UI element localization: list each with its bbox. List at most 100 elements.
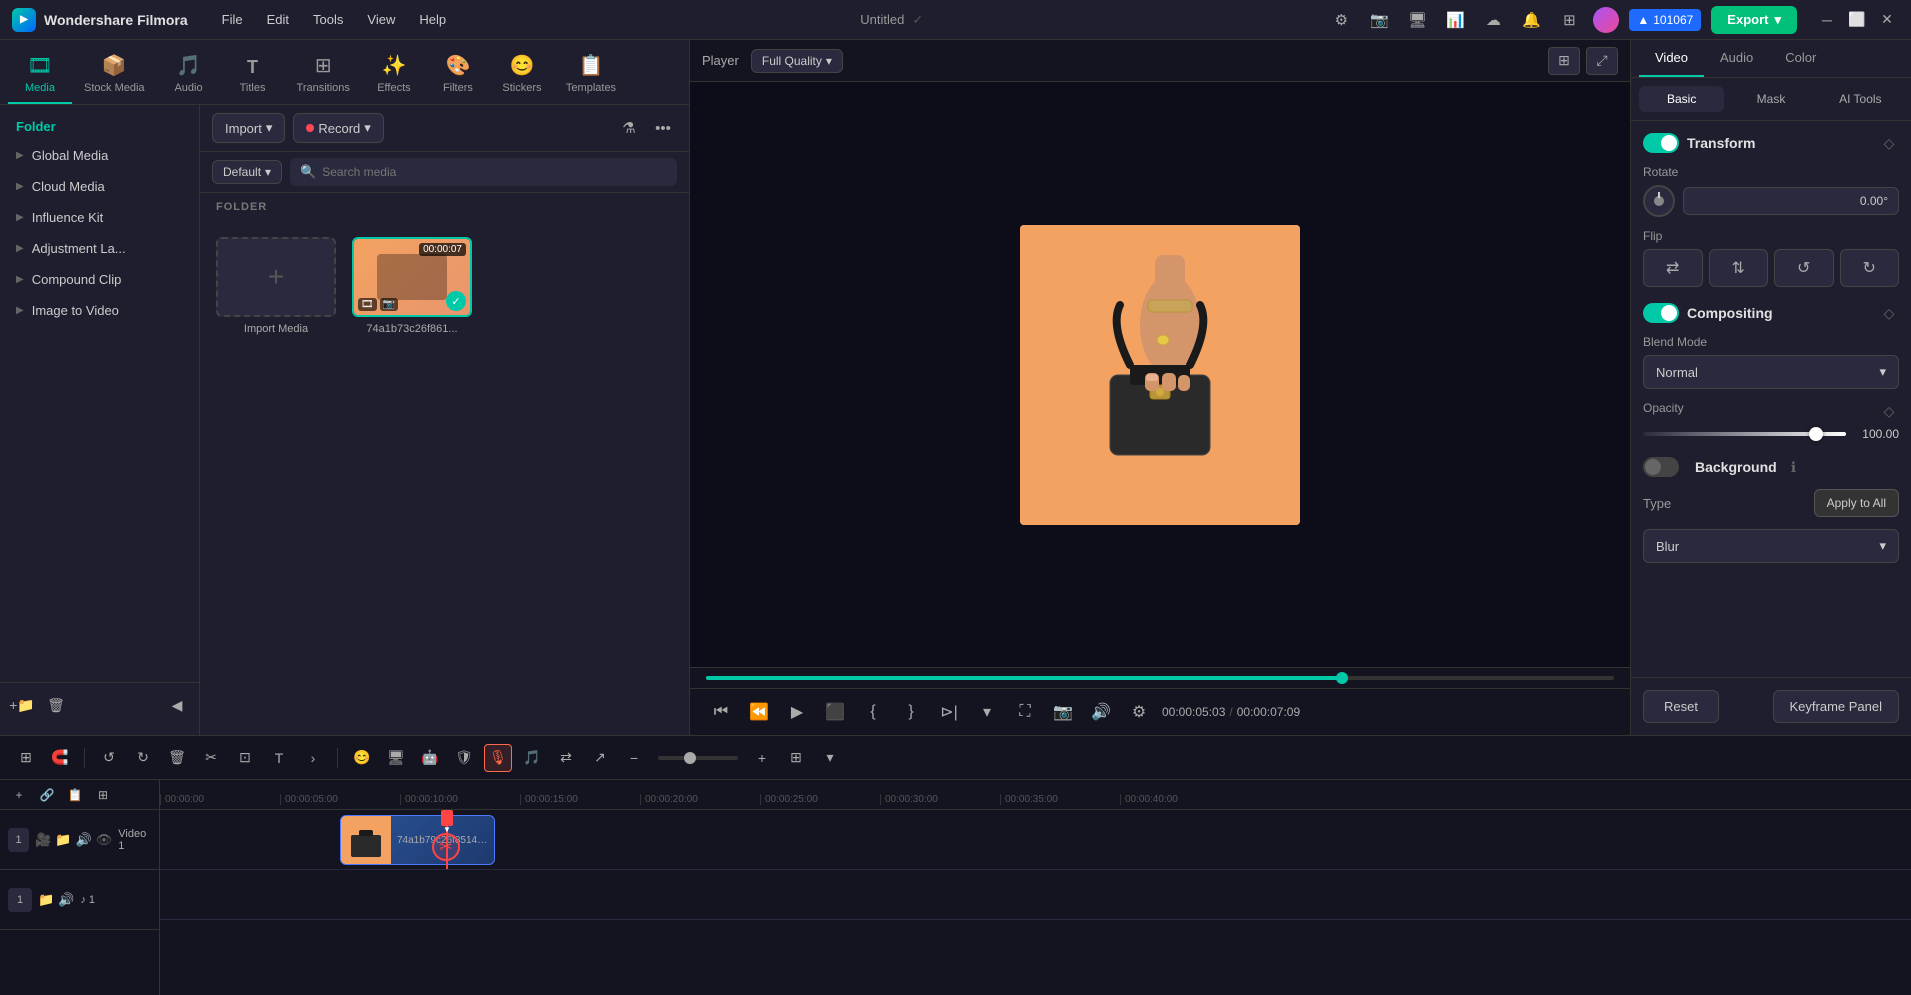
tab-transitions[interactable]: ⊞ Transitions — [285, 45, 362, 104]
sidebar-item-compound-clip[interactable]: ▶ Compound Clip — [0, 264, 199, 295]
progress-track[interactable] — [706, 676, 1614, 680]
layout-button[interactable]: ⊞ — [782, 744, 810, 772]
tab-stickers[interactable]: 😊 Stickers — [490, 45, 554, 104]
tab-color[interactable]: Color — [1769, 40, 1832, 77]
tab-templates[interactable]: 📋 Templates — [554, 45, 628, 104]
toolbar-icon-1[interactable]: ⚙ — [1327, 6, 1355, 34]
sidebar-item-cloud-media[interactable]: ▶ Cloud Media — [0, 171, 199, 202]
emoji-button[interactable]: 😊 — [348, 744, 376, 772]
minus-zoom-button[interactable]: − — [620, 744, 648, 772]
swap-button[interactable]: ⇄ — [552, 744, 580, 772]
volume-button[interactable]: 🔊 — [1086, 697, 1116, 727]
flip-horizontal-button[interactable]: ⇄ — [1643, 249, 1703, 287]
background-toggle[interactable] — [1643, 457, 1679, 477]
import-button[interactable]: Import ▾ — [212, 113, 285, 143]
nav-dropdown-button[interactable]: ▾ — [972, 697, 1002, 727]
tab-effects[interactable]: ✨ Effects — [362, 45, 426, 104]
delete-button[interactable]: 🗑 — [163, 744, 191, 772]
subtab-mask[interactable]: Mask — [1728, 86, 1813, 112]
transform-keyframe-icon[interactable]: ◇ — [1879, 133, 1899, 153]
record-button[interactable]: Record ▾ — [293, 113, 383, 143]
tab-video[interactable]: Video — [1639, 40, 1704, 77]
add-track-button[interactable]: ⊞ — [12, 744, 40, 772]
keyframe-panel-button[interactable]: Keyframe Panel — [1773, 690, 1900, 723]
redo-button[interactable]: ↻ — [129, 744, 157, 772]
step-back-button[interactable]: ⏮ — [706, 697, 736, 727]
import-placeholder[interactable]: + — [216, 237, 336, 317]
user-avatar[interactable] — [1593, 7, 1619, 33]
opacity-slider[interactable] — [1643, 432, 1846, 436]
blur-select[interactable]: Blur ▾ — [1643, 529, 1899, 563]
camera-icon[interactable]: 🎥 — [35, 832, 51, 848]
playhead-handle[interactable] — [441, 810, 453, 826]
tab-media[interactable]: 🎞 Media — [8, 45, 72, 104]
screen-record-button[interactable]: 🖥 — [382, 744, 410, 772]
zoom-thumb[interactable] — [684, 752, 696, 764]
compositing-keyframe-icon[interactable]: ◇ — [1879, 303, 1899, 323]
menu-view[interactable]: View — [357, 8, 405, 31]
more-options-icon[interactable]: ••• — [649, 114, 677, 142]
clip-nav-button[interactable]: ⊳| — [934, 697, 964, 727]
blend-mode-select[interactable]: Normal ▾ — [1643, 355, 1899, 389]
link-track-button[interactable]: 🔗 — [36, 784, 58, 806]
ai-button[interactable]: 🤖 — [416, 744, 444, 772]
settings-button[interactable]: ⚙ — [1124, 697, 1154, 727]
opacity-thumb[interactable] — [1809, 427, 1823, 441]
copy-track-button[interactable]: 📋 — [64, 784, 86, 806]
media-video-item[interactable]: 00:00:07 🎞 📷 ✓ 74a1b73c26f861... — [352, 237, 472, 719]
tab-filters[interactable]: 🎨 Filters — [426, 45, 490, 104]
sidebar-item-global-media[interactable]: ▶ Global Media — [0, 140, 199, 171]
transform-toggle[interactable] — [1643, 133, 1679, 153]
collapse-button[interactable]: ◀ — [163, 691, 191, 719]
toolbar-icon-3[interactable]: 🖥 — [1403, 6, 1431, 34]
tab-audio[interactable]: Audio — [1704, 40, 1769, 77]
mic-button[interactable]: 🎙 — [484, 744, 512, 772]
add-folder-button[interactable]: +📁 — [8, 691, 36, 719]
music-button[interactable]: 🎵 — [518, 744, 546, 772]
upgrade-button[interactable]: ▲ 101067 — [1629, 9, 1701, 31]
crop-button[interactable]: ⊡ — [231, 744, 259, 772]
expand-view-button[interactable]: ⤢ — [1586, 47, 1618, 75]
undo-button[interactable]: ↺ — [95, 744, 123, 772]
zoom-slider[interactable] — [658, 756, 738, 760]
plus-zoom-button[interactable]: + — [748, 744, 776, 772]
fullscreen-button[interactable]: ⛶ — [1010, 697, 1040, 727]
nest-button[interactable]: ⊞ — [92, 784, 114, 806]
progress-thumb[interactable] — [1336, 672, 1348, 684]
toolbar-icon-4[interactable]: 📊 — [1441, 6, 1469, 34]
audio-folder-icon[interactable]: 📁 — [38, 892, 54, 908]
sidebar-item-influence-kit[interactable]: ▶ Influence Kit — [0, 202, 199, 233]
export-button[interactable]: Export ▾ — [1711, 6, 1797, 34]
menu-file[interactable]: File — [212, 8, 253, 31]
tab-audio[interactable]: 🎵 Audio — [157, 45, 221, 104]
video-clip[interactable]: 74a1b79c26f85144e... — [340, 815, 495, 865]
apply-all-button[interactable]: Apply to All — [1814, 489, 1899, 517]
reset-button[interactable]: Reset — [1643, 690, 1719, 723]
text-button[interactable]: T — [265, 744, 293, 772]
cut-button[interactable]: ✂ — [197, 744, 225, 772]
snapshot-button[interactable]: 📷 — [1048, 697, 1078, 727]
close-button[interactable]: ✕ — [1875, 8, 1899, 32]
minimize-button[interactable]: ─ — [1815, 8, 1839, 32]
sort-select[interactable]: Default ▾ — [212, 160, 282, 184]
shield-button[interactable]: 🛡 — [450, 744, 478, 772]
flip-rotate-left-button[interactable]: ↺ — [1774, 249, 1834, 287]
tab-titles[interactable]: T Titles — [221, 49, 285, 104]
menu-edit[interactable]: Edit — [257, 8, 299, 31]
info-icon[interactable]: ℹ — [1791, 459, 1796, 476]
import-media-item[interactable]: + Import Media — [216, 237, 336, 719]
folder-icon[interactable]: 📁 — [55, 832, 71, 848]
flip-vertical-button[interactable]: ⇅ — [1709, 249, 1769, 287]
mark-in-button[interactable]: { — [858, 697, 888, 727]
grid-view-button[interactable]: ⊞ — [1548, 47, 1580, 75]
add-video-track-button[interactable]: + — [8, 784, 30, 806]
volume-icon[interactable]: 🔊 — [76, 832, 92, 848]
quality-select[interactable]: Full Quality ▾ — [751, 49, 843, 73]
toolbar-icon-5[interactable]: ☁ — [1479, 6, 1507, 34]
more-tools-button[interactable]: › — [299, 744, 327, 772]
menu-help[interactable]: Help — [409, 8, 456, 31]
eye-icon[interactable]: 👁 — [96, 832, 113, 848]
audio-volume-icon[interactable]: 🔊 — [58, 892, 74, 908]
rotate-input[interactable] — [1683, 187, 1899, 215]
flip-rotate-right-button[interactable]: ↻ — [1840, 249, 1900, 287]
